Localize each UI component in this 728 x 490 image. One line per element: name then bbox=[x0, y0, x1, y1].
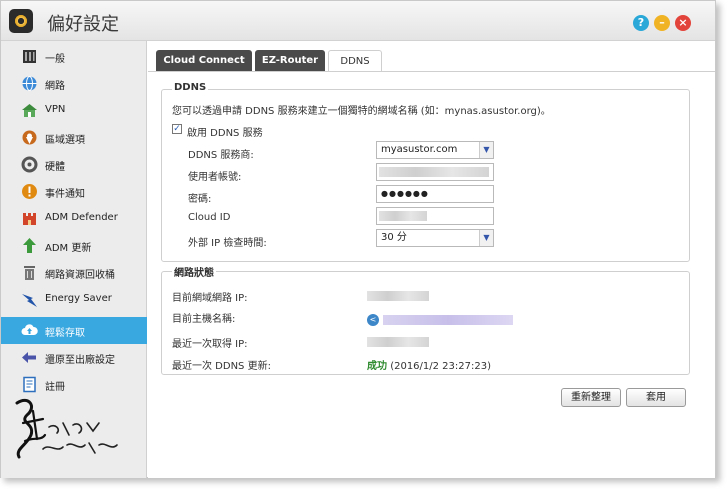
main-content: Cloud Connect EZ-Router DDNS DDNS 您可以透過申… bbox=[148, 41, 715, 478]
current-ip-label: 目前網域網路 IP: bbox=[172, 293, 248, 304]
tab-bar: Cloud Connect EZ-Router DDNS bbox=[148, 41, 715, 72]
sidebar-item-label: Energy Saver bbox=[45, 293, 112, 304]
redacted-last-ip bbox=[367, 337, 429, 347]
recycle-bin-icon bbox=[24, 266, 35, 280]
vpn-icon bbox=[22, 104, 37, 117]
sidebar-item-notification[interactable]: 事件通知 bbox=[1, 178, 147, 205]
sidebar-item-recycle-bin[interactable]: 網路資源回收桶 bbox=[1, 259, 147, 286]
sidebar-item-adm-defender[interactable]: ADM Defender bbox=[1, 205, 147, 232]
password-field[interactable]: ●●●●●● bbox=[376, 185, 494, 203]
regional-icon bbox=[22, 130, 37, 145]
status-timestamp: (2016/1/2 23:27:23) bbox=[390, 361, 491, 372]
ddns-legend: DDNS bbox=[172, 82, 209, 93]
redacted-current-ip bbox=[367, 291, 429, 301]
sidebar-item-label: 一般 bbox=[45, 54, 65, 65]
chevron-down-icon: ▼ bbox=[479, 142, 493, 158]
sidebar-item-hardware[interactable]: 硬體 bbox=[1, 151, 147, 178]
help-button[interactable]: ? bbox=[633, 15, 649, 31]
network-status-legend: 網路狀態 bbox=[172, 264, 216, 279]
check-interval-value: 30 分 bbox=[381, 232, 407, 243]
close-button[interactable]: × bbox=[675, 15, 691, 31]
notification-icon bbox=[22, 184, 37, 199]
sidebar-item-label: 硬體 bbox=[45, 162, 65, 173]
sidebar-item-adm-update[interactable]: ADM 更新 bbox=[1, 232, 147, 259]
provider-value: myasustor.com bbox=[381, 144, 458, 155]
network-status-group: 網路狀態 目前網域網路 IP: 目前主機名稱: < 最近一次取得 IP: 最近一… bbox=[161, 264, 690, 375]
defender-icon bbox=[23, 213, 36, 225]
sidebar-item-network[interactable]: 網路 bbox=[1, 70, 147, 97]
sidebar-item-vpn[interactable]: VPN bbox=[1, 97, 147, 124]
enable-ddns-checkbox[interactable]: ✓ bbox=[172, 124, 182, 134]
redacted-cloud-id bbox=[379, 211, 427, 221]
sidebar-item-label: 網路資源回收桶 bbox=[45, 270, 115, 281]
hardware-icon bbox=[21, 156, 38, 173]
provider-select[interactable]: myasustor.com ▼ bbox=[376, 141, 494, 159]
sidebar-item-label: 事件通知 bbox=[45, 189, 85, 200]
last-update-label: 最近一次 DDNS 更新: bbox=[172, 361, 271, 372]
current-host-label: 目前主機名稱: bbox=[172, 314, 236, 325]
last-update-status: 成功 (2016/1/2 23:27:23) bbox=[367, 357, 491, 372]
general-icon bbox=[23, 50, 36, 63]
preferences-window: 偏好設定 ? – × 一般 網路 VPN 區域選項 硬體 事件通知 ADM De… bbox=[0, 0, 716, 478]
network-globe-icon bbox=[22, 76, 37, 91]
provider-label: DDNS 服務商: bbox=[188, 150, 254, 161]
update-arrow-icon bbox=[23, 238, 36, 253]
redacted-host-name bbox=[383, 315, 513, 325]
blog-watermark-signature bbox=[15, 398, 118, 459]
sidebar-item-restore[interactable]: 還原至出廠設定 bbox=[1, 344, 147, 371]
share-icon: < bbox=[367, 314, 379, 326]
redacted-username bbox=[379, 167, 489, 177]
cloud-access-icon bbox=[21, 324, 38, 335]
check-interval-label: 外部 IP 檢查時間: bbox=[188, 238, 267, 249]
sidebar-item-easy-access[interactable]: 輕鬆存取 bbox=[1, 317, 147, 344]
sidebar-item-label: 輕鬆存取 bbox=[45, 328, 85, 339]
restore-icon bbox=[22, 352, 36, 363]
sidebar-item-label: ADM 更新 bbox=[45, 243, 92, 254]
window-title: 偏好設定 bbox=[47, 14, 119, 35]
ddns-group: DDNS 您可以透過申請 DDNS 服務來建立一個獨特的網域名稱 (如：myna… bbox=[161, 82, 690, 262]
window-titlebar: 偏好設定 ? – × bbox=[1, 1, 715, 41]
check-interval-select[interactable]: 30 分 ▼ bbox=[376, 229, 494, 247]
chevron-down-icon: ▼ bbox=[479, 230, 493, 246]
username-label: 使用者帳號: bbox=[188, 172, 242, 183]
username-field[interactable] bbox=[376, 163, 494, 181]
tab-ez-router[interactable]: EZ-Router bbox=[255, 50, 325, 72]
sidebar-item-label: 還原至出廠設定 bbox=[45, 355, 115, 366]
sidebar-item-general[interactable]: 一般 bbox=[1, 43, 147, 70]
cloud-id-field[interactable] bbox=[376, 207, 494, 225]
register-icon bbox=[23, 376, 36, 393]
sidebar-item-label: 網路 bbox=[45, 81, 65, 92]
sidebar-item-label: ADM Defender bbox=[45, 212, 118, 223]
status-success-text: 成功 bbox=[367, 361, 387, 372]
minimize-button[interactable]: – bbox=[654, 15, 670, 31]
last-ip-label: 最近一次取得 IP: bbox=[172, 339, 248, 350]
sidebar-item-regional[interactable]: 區域選項 bbox=[1, 124, 147, 151]
sidebar-item-label: 區域選項 bbox=[45, 135, 85, 146]
energy-saver-icon bbox=[22, 294, 37, 307]
password-label: 密碼: bbox=[188, 194, 212, 205]
apply-button[interactable]: 套用 bbox=[626, 388, 686, 407]
tab-ddns[interactable]: DDNS bbox=[328, 50, 382, 72]
tab-divider bbox=[148, 71, 715, 72]
preferences-app-icon bbox=[9, 9, 33, 33]
ddns-description: 您可以透過申請 DDNS 服務來建立一個獨特的網域名稱 (如：mynas.asu… bbox=[172, 106, 551, 117]
cloud-id-label: Cloud ID bbox=[188, 212, 231, 223]
enable-ddns-label: 啟用 DDNS 服務 bbox=[187, 128, 263, 139]
refresh-button[interactable]: 重新整理 bbox=[561, 388, 621, 407]
sidebar-item-label: VPN bbox=[45, 104, 66, 115]
tab-cloud-connect[interactable]: Cloud Connect bbox=[156, 50, 252, 72]
sidebar-item-label: 註冊 bbox=[45, 382, 65, 393]
sidebar-item-energy-saver[interactable]: Energy Saver bbox=[1, 286, 147, 313]
